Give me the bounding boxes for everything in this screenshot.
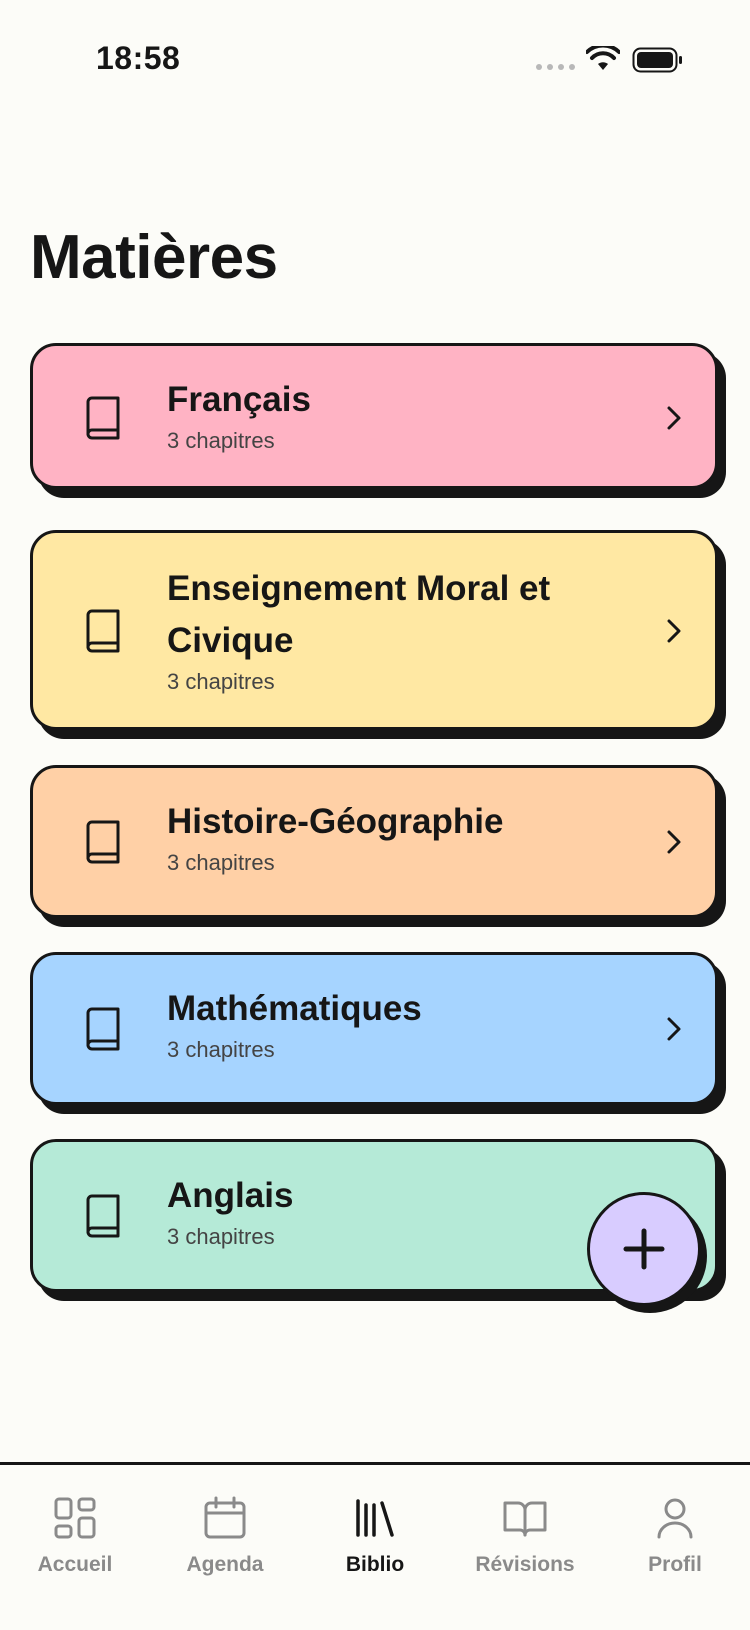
book-icon xyxy=(86,1007,120,1051)
page-title: Matières xyxy=(30,223,278,292)
add-subject-button[interactable] xyxy=(587,1192,701,1306)
nav-label: Profil xyxy=(648,1553,702,1576)
subject-chapter-count: 3 chapitres xyxy=(167,428,275,453)
nav-label: Agenda xyxy=(186,1553,264,1576)
signal-dots-icon xyxy=(536,64,575,70)
chevron-right-icon xyxy=(667,830,681,854)
subject-card-francais[interactable]: Français 3 chapitres xyxy=(30,343,718,489)
subject-card-mathematiques[interactable]: Mathématiques 3 chapitres xyxy=(30,952,718,1105)
open-book-icon xyxy=(503,1501,547,1537)
library-icon xyxy=(356,1499,394,1537)
book-icon xyxy=(86,609,120,653)
nav-item-accueil[interactable]: Accueil xyxy=(5,1495,145,1577)
chevron-right-icon xyxy=(667,406,681,430)
subject-chapter-count: 3 chapitres xyxy=(167,1224,275,1249)
nav-label: Biblio xyxy=(345,1553,405,1576)
subject-card-histoire-geographie[interactable]: Histoire-Géographie 3 chapitres xyxy=(30,765,718,918)
user-icon xyxy=(657,1498,693,1539)
subject-title: Histoire-Géographie xyxy=(167,802,504,841)
bottom-nav: Accueil Agenda Biblio Révisions Profil xyxy=(0,1462,750,1630)
status-bar: 18:58 xyxy=(0,0,750,120)
nav-item-revisions[interactable]: Révisions xyxy=(455,1495,595,1577)
book-icon xyxy=(86,820,120,864)
wifi-icon xyxy=(586,46,620,70)
chevron-right-icon xyxy=(667,1017,681,1041)
nav-label: Accueil xyxy=(37,1553,113,1576)
nav-label: Révisions xyxy=(475,1553,575,1576)
subject-chapter-count: 3 chapitres xyxy=(167,850,275,875)
plus-icon xyxy=(623,1228,665,1270)
book-icon xyxy=(86,396,120,440)
subject-chapter-count: 3 chapitres xyxy=(167,1037,275,1062)
subject-title: Mathématiques xyxy=(167,989,422,1028)
subject-title: Enseignement Moral et Civique xyxy=(167,569,551,660)
chevron-right-icon xyxy=(667,619,681,643)
nav-item-biblio[interactable]: Biblio xyxy=(305,1495,445,1577)
subject-card-emc[interactable]: Enseignement Moral et Civique 3 chapitre… xyxy=(30,530,718,730)
book-icon xyxy=(86,1194,120,1238)
nav-item-profil[interactable]: Profil xyxy=(605,1495,745,1577)
nav-item-agenda[interactable]: Agenda xyxy=(155,1495,295,1577)
calendar-icon xyxy=(204,1496,246,1539)
grid-icon xyxy=(54,1497,96,1539)
status-time: 18:58 xyxy=(96,40,181,76)
subject-title: Anglais xyxy=(167,1176,294,1215)
battery-icon xyxy=(632,47,682,73)
subject-chapter-count: 3 chapitres xyxy=(167,669,275,694)
subject-title: Français xyxy=(167,380,311,419)
